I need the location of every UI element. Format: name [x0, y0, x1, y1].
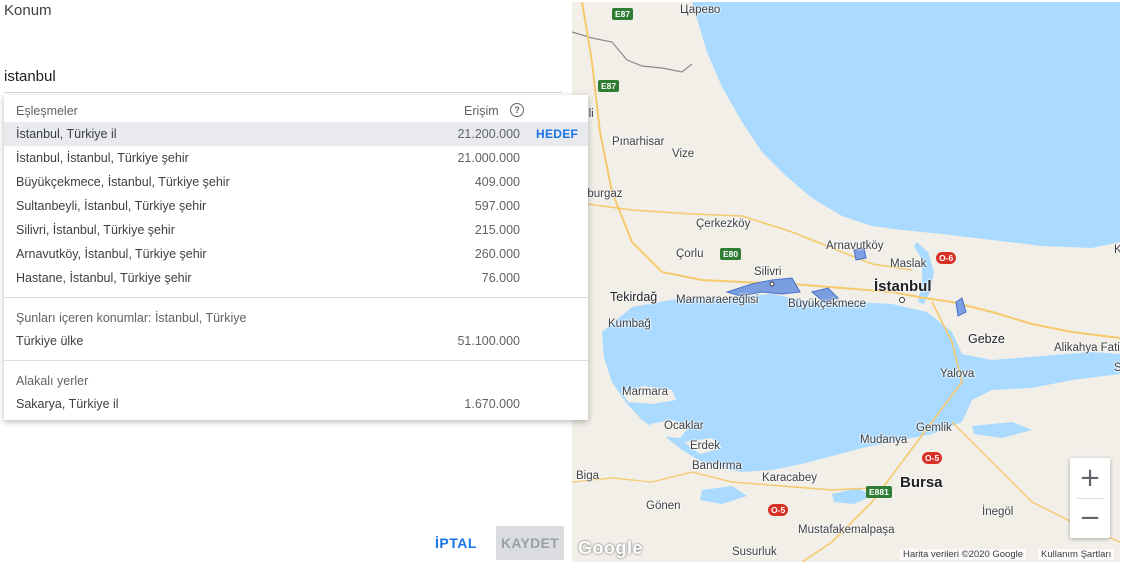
road-shield: O-5: [768, 504, 789, 516]
map-place-label: Susurluk: [732, 546, 777, 558]
road-shield: E881: [866, 486, 892, 498]
suggestion-row[interactable]: Arnavutköy, İstanbul, Türkiye şehir 260.…: [4, 242, 588, 266]
map-place-label: Bursa: [900, 474, 943, 491]
map-place-label: İstanbul: [874, 278, 932, 295]
map-place-label: Maslak: [890, 258, 927, 270]
suggestion-name: Hastane, İstanbul, Türkiye şehir: [16, 271, 192, 285]
map-place-label: Ocaklar: [664, 420, 704, 432]
suggestion-name: İstanbul, Türkiye il: [16, 127, 117, 141]
zoom-out-button[interactable]: −: [1070, 498, 1110, 538]
map-place-label: Bandırma: [692, 460, 742, 472]
road-shield: E80: [720, 248, 742, 260]
map-place-label: Marmaraereğlisi: [676, 294, 759, 306]
map-place-label: Erdek: [690, 440, 721, 452]
road-shield: E87: [598, 80, 620, 92]
target-button[interactable]: HEDEF: [536, 127, 578, 141]
save-button[interactable]: KAYDET: [496, 526, 564, 560]
map-place-label: Kumbağ: [608, 318, 651, 330]
map-view[interactable]: Царево areli Pınarhisar Vize üleburgaz Ç…: [572, 2, 1120, 562]
suggestion-row[interactable]: Silivri, İstanbul, Türkiye şehir 215.000: [4, 218, 588, 242]
cancel-button[interactable]: İPTAL: [428, 526, 484, 560]
suggestion-row[interactable]: Türkiye ülke 51.100.000: [4, 329, 588, 353]
map-place-label: Çerkezköy: [696, 218, 751, 230]
map-place-label: Gemlik: [916, 422, 952, 434]
location-search-input[interactable]: istanbul: [4, 68, 56, 85]
map-place-label: Ki: [1114, 244, 1120, 256]
suggestion-reach: 215.000: [474, 223, 520, 237]
map-place-label: Biga: [576, 470, 600, 482]
suggestion-row[interactable]: İstanbul, İstanbul, Türkiye şehir 21.000…: [4, 146, 588, 170]
road-shield: O-5: [922, 452, 943, 464]
input-underline: [4, 92, 562, 93]
map-place-label: Царево: [680, 4, 721, 16]
road-shield: O-6: [936, 252, 957, 264]
suggestion-name: Sakarya, Türkiye il: [16, 397, 119, 411]
map-place-label: Çorlu: [676, 248, 704, 260]
suggestion-reach: 21.200.000: [457, 127, 520, 141]
terms-link[interactable]: Kullanım Şartları: [1038, 549, 1115, 560]
related-section-title: Alakalı yerler: [16, 374, 89, 388]
location-field-label: Konum: [4, 2, 52, 19]
map-place-label: Pınarhisar: [612, 136, 665, 148]
map-place-label: Mustafakemalpaşa: [798, 524, 895, 536]
suggestion-name: Büyükçekmece, İstanbul, Türkiye şehir: [16, 175, 230, 189]
suggestion-name: Sultanbeyli, İstanbul, Türkiye şehir: [16, 199, 207, 213]
matches-column-header: Eşleşmeler: [16, 104, 78, 118]
map-place-label: Alikahya Fatih: [1054, 342, 1120, 354]
reach-column-header: Erişim: [464, 104, 499, 118]
suggestion-name: Türkiye ülke: [16, 334, 84, 348]
map-place-label: Vize: [672, 148, 695, 160]
suggestion-reach: 21.000.000: [457, 151, 520, 165]
suggestion-name: İstanbul, İstanbul, Türkiye şehir: [16, 151, 189, 165]
containing-section-title: Şunları içeren konumlar: İstanbul, Türki…: [16, 311, 247, 325]
suggestion-reach: 409.000: [474, 175, 520, 189]
map-place-label: Se: [1114, 362, 1120, 374]
map-place-label: Büyükçekmece: [788, 298, 866, 310]
map-place-label: Tekirdağ: [610, 290, 658, 304]
suggestion-row[interactable]: Büyükçekmece, İstanbul, Türkiye şehir 40…: [4, 170, 588, 194]
map-place-label: Marmara: [622, 386, 669, 398]
map-place-label: Mudanya: [860, 434, 908, 446]
suggestion-name: Silivri, İstanbul, Türkiye şehir: [16, 223, 175, 237]
road-shield: E87: [612, 8, 634, 20]
suggestion-reach: 76.000: [481, 271, 520, 285]
section-divider: [4, 297, 588, 298]
suggestion-reach: 597.000: [474, 199, 520, 213]
suggestion-name: Arnavutköy, İstanbul, Türkiye şehir: [16, 247, 207, 261]
help-icon[interactable]: ?: [510, 103, 524, 117]
map-place-label: Gönen: [646, 500, 681, 512]
zoom-control: + −: [1070, 458, 1110, 538]
map-place-label: Yalova: [940, 368, 975, 380]
section-divider: [4, 360, 588, 361]
map-place-label: İnegöl: [982, 506, 1014, 518]
suggestion-row[interactable]: Sakarya, Türkiye il 1.670.000: [4, 392, 588, 416]
zoom-in-button[interactable]: +: [1070, 458, 1110, 498]
map-place-label: Gebze: [968, 332, 1005, 346]
suggestion-reach: 51.100.000: [457, 334, 520, 348]
map-place-label: Silivri: [754, 266, 782, 278]
map-canvas: [572, 2, 1120, 562]
google-logo: Google: [578, 538, 643, 558]
suggestion-row[interactable]: İstanbul, Türkiye il 21.200.000 HEDEF: [4, 122, 588, 146]
map-attribution: Harita verileri ©2020 Google: [900, 549, 1027, 560]
map-place-label: Karacabey: [762, 472, 817, 484]
suggestion-row[interactable]: Sultanbeyli, İstanbul, Türkiye şehir 597…: [4, 194, 588, 218]
location-suggestions-dropdown: Eşleşmeler Erişim ? İstanbul, Türkiye il…: [4, 95, 588, 420]
suggestion-row[interactable]: Hastane, İstanbul, Türkiye şehir 76.000: [4, 266, 588, 290]
map-place-label: Arnavutköy: [826, 240, 884, 252]
dropdown-header: Eşleşmeler Erişim ?: [4, 95, 588, 125]
suggestion-reach: 1.670.000: [464, 397, 520, 411]
suggestion-reach: 260.000: [474, 247, 520, 261]
